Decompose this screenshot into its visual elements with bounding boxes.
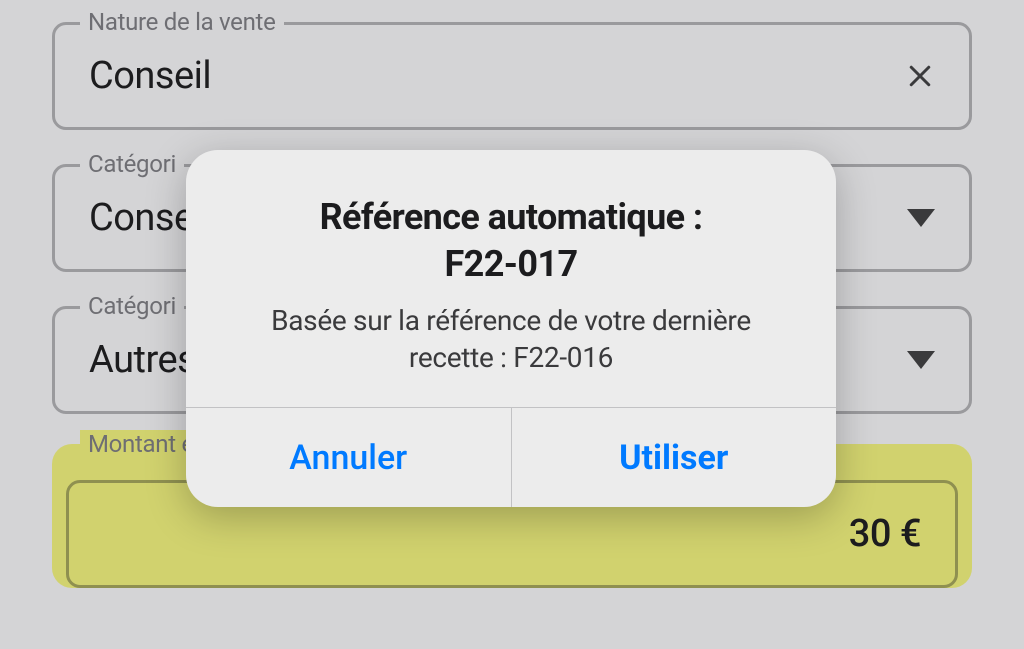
field-nature-value: Conseil [89,54,905,98]
clear-icon[interactable] [905,61,935,91]
confirm-button[interactable]: Utiliser [511,408,837,507]
field-nature-box[interactable]: Conseil [52,22,972,130]
field-amount-value: 30 € [849,512,921,556]
field-category-1-label: Catégori [80,150,184,178]
reference-dialog: Référence automatique : F22-017 Basée su… [186,150,836,507]
dialog-title-line1: Référence automatique : [320,196,703,238]
dialog-body: Référence automatique : F22-017 Basée su… [186,150,836,407]
dialog-title-line2: F22-017 [444,243,577,285]
cancel-button[interactable]: Annuler [186,408,511,507]
dialog-title: Référence automatique : F22-017 [226,194,796,288]
field-nature-label: Nature de la vente [80,8,284,36]
field-category-2-label: Catégori [80,292,184,320]
chevron-down-icon [907,351,935,369]
dialog-subtitle: Basée sur la référence de votre dernière… [226,302,796,378]
field-nature: Nature de la vente Conseil [52,22,972,130]
dialog-buttons: Annuler Utiliser [186,407,836,507]
chevron-down-icon [907,209,935,227]
